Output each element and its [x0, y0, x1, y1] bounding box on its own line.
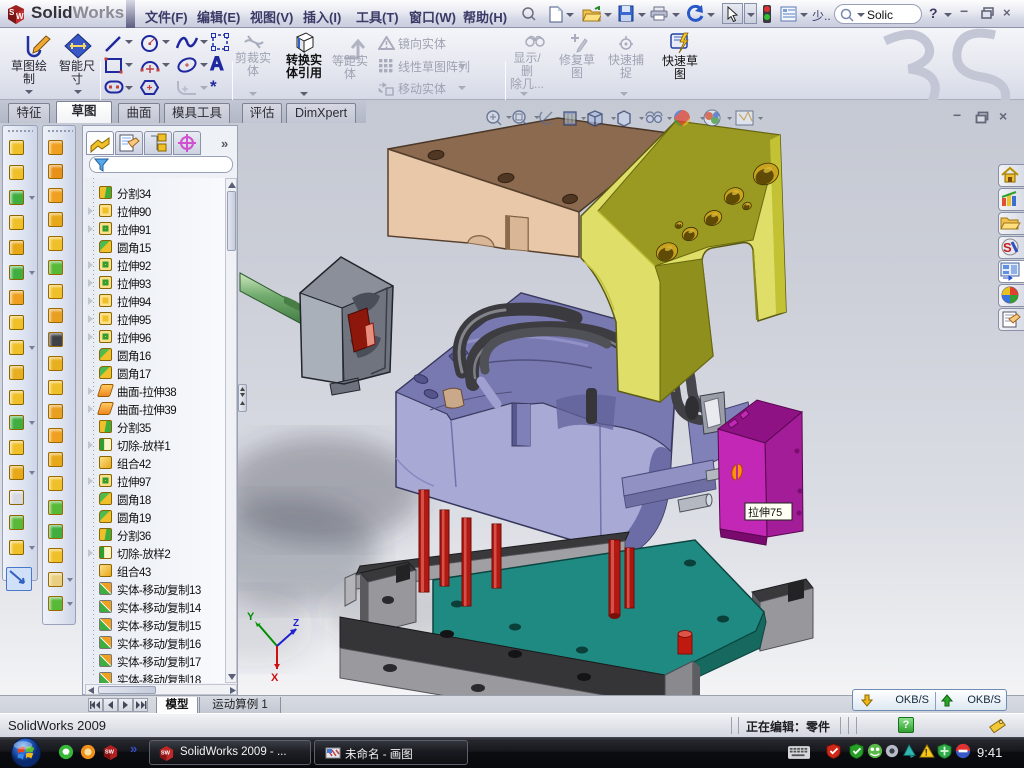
svg-text:Y: Y [247, 611, 255, 623]
svg-text:S: S [9, 8, 15, 17]
svg-text:X: X [271, 672, 279, 684]
svg-text:W: W [16, 12, 24, 21]
svg-text:拉伸75: 拉伸75 [748, 505, 782, 519]
svg-text:!: ! [925, 747, 928, 757]
svg-text:S: S [1003, 240, 1012, 255]
svg-text:Z: Z [293, 618, 299, 629]
svg-text:SW: SW [105, 749, 115, 755]
svg-text:SW: SW [161, 750, 171, 756]
